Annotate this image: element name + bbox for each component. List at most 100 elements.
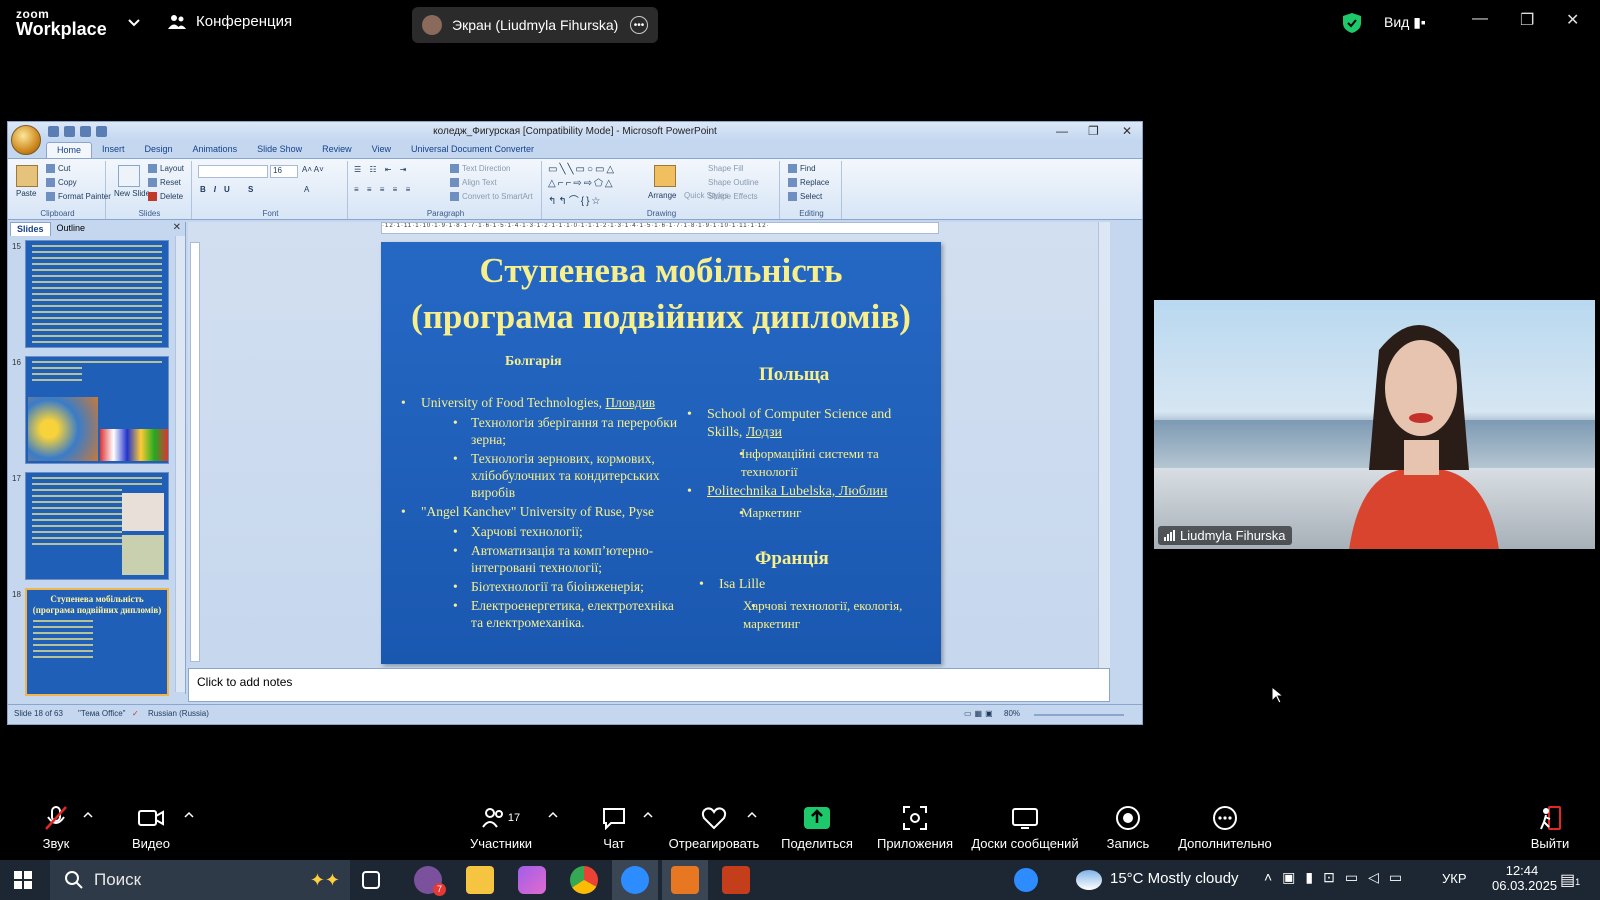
participants-button[interactable]: 17 Участники [464, 804, 538, 851]
file-explorer-icon[interactable] [466, 866, 494, 894]
tab-design[interactable]: Design [135, 142, 183, 158]
weather-text[interactable]: 15°C Mostly cloudy [1110, 870, 1239, 887]
arrange-icon[interactable] [654, 165, 676, 187]
editor-scrollbar[interactable] [1098, 222, 1110, 668]
tab-view[interactable]: View [362, 142, 401, 158]
chevron-up-icon[interactable] [83, 810, 93, 820]
clock[interactable]: 12:44 06.03.2025 [1492, 863, 1557, 893]
close-button[interactable]: ✕ [1566, 10, 1579, 30]
more-button[interactable]: Дополнительно [1176, 804, 1274, 851]
shield-icon[interactable] [1342, 12, 1362, 34]
shapes-gallery-row2[interactable]: △⌐⌐⇨⇨⬠△ [548, 178, 615, 189]
align-buttons[interactable]: ≡ ≡ ≡ ≡ ≡ [354, 185, 413, 194]
slide-thumbnail-18[interactable]: Ступенева мобільність (програма подвійни… [25, 588, 169, 696]
taskbar-search[interactable]: Поиск ✦✦ [50, 860, 350, 900]
chevron-down-icon[interactable] [126, 14, 142, 30]
screen-share-indicator[interactable]: Экран (Liudmyla Fihurska) ••• [412, 7, 658, 43]
arrange-button[interactable]: Arrange [648, 191, 676, 200]
format-painter-button[interactable]: Format Painter [46, 192, 111, 202]
shape-outline-button[interactable]: Shape Outline [708, 178, 759, 187]
chevron-up-icon[interactable] [184, 810, 194, 820]
presentation-app-icon[interactable] [722, 866, 750, 894]
grow-font-button[interactable]: A˄ A˅ [302, 165, 324, 174]
view-buttons[interactable]: ▭▦▣ [964, 709, 996, 718]
keyboard-language[interactable]: УКР [1442, 871, 1467, 886]
text-direction-button[interactable]: Text Direction [450, 164, 510, 174]
layout-button[interactable]: Layout [148, 164, 184, 174]
tab-home[interactable]: Home [46, 142, 93, 158]
whiteboards-button[interactable]: Доски сообщений [968, 804, 1082, 851]
spellcheck-icon[interactable]: ✓ [132, 709, 139, 718]
chevron-up-icon[interactable] [548, 810, 558, 820]
outline-tab[interactable]: Outline [51, 222, 92, 236]
shapes-gallery[interactable]: ▭╲╲▭○▭△ [548, 164, 616, 175]
paste-icon[interactable] [16, 165, 38, 187]
zoom-level[interactable]: 80% [1004, 709, 1020, 718]
zoom-slider[interactable] [1034, 714, 1124, 716]
pen-app-icon[interactable] [518, 866, 546, 894]
tab-udc[interactable]: Universal Document Converter [401, 142, 544, 158]
align-text-button[interactable]: Align Text [450, 178, 497, 188]
minimize-button[interactable]: — [1472, 10, 1488, 28]
help-icon[interactable] [1014, 868, 1038, 892]
shape-effects-button[interactable]: Shape Effects [708, 192, 758, 201]
tab-review[interactable]: Review [312, 142, 362, 158]
office-button[interactable] [11, 125, 41, 155]
font-name-field[interactable] [198, 165, 268, 178]
leave-button[interactable]: Выйти [1528, 804, 1572, 851]
slide-thumbnail-17[interactable] [25, 472, 169, 580]
zoom-taskbar-active[interactable] [612, 860, 658, 900]
chat-button[interactable]: Чат [594, 804, 634, 851]
windows-start-icon[interactable] [14, 871, 32, 889]
find-button[interactable]: Find [788, 164, 816, 174]
close-pane-icon[interactable]: ✕ [173, 222, 181, 233]
shapes-gallery-row3[interactable]: ↰↰⌒{}☆ [548, 192, 602, 207]
shape-fill-button[interactable]: Shape Fill [708, 164, 744, 173]
replace-button[interactable]: Replace [788, 178, 829, 188]
slides-tab[interactable]: Slides [10, 222, 51, 236]
slide-thumbnail-16[interactable] [25, 356, 169, 464]
font-color-button[interactable]: A [304, 185, 309, 194]
delete-button[interactable]: Delete [148, 192, 183, 202]
slide-thumbnail-15[interactable] [25, 240, 169, 348]
new-slide-icon[interactable] [118, 165, 140, 187]
tab-insert[interactable]: Insert [92, 142, 135, 158]
font-format-buttons[interactable]: BIU S [200, 185, 261, 194]
list-buttons[interactable]: ☰ ☷ ⇤ ⇥ [354, 165, 409, 174]
more-options-icon[interactable]: ••• [630, 16, 648, 34]
font-size-field[interactable]: 16 [270, 165, 298, 178]
record-button[interactable]: Запись [1106, 804, 1150, 851]
copy-button[interactable]: Copy [46, 178, 77, 188]
tab-slide-show[interactable]: Slide Show [247, 142, 312, 158]
ppt-minimize-button[interactable]: — [1056, 124, 1068, 138]
task-view-icon[interactable] [362, 871, 380, 889]
view-button[interactable]: Вид ▮▪ [1384, 14, 1426, 31]
cut-button[interactable]: Cut [46, 164, 70, 174]
tab-animations[interactable]: Animations [183, 142, 248, 158]
current-slide[interactable]: Ступенева мобільність (програма подвійни… [381, 242, 941, 664]
participant-video[interactable]: Liudmyla Fihurska [1154, 300, 1595, 549]
audio-button[interactable]: Звук [36, 804, 76, 851]
ppt-restore-button[interactable]: ❐ [1088, 124, 1099, 138]
notes-pane[interactable]: Click to add notes [188, 668, 1110, 702]
viber-icon[interactable]: 7 [414, 866, 446, 896]
paste-button[interactable]: Paste [16, 189, 36, 198]
select-button[interactable]: Select [788, 192, 822, 202]
ppt-close-button[interactable]: ✕ [1122, 124, 1132, 138]
chevron-up-icon[interactable] [747, 810, 757, 820]
chrome-icon[interactable] [570, 866, 598, 894]
video-button[interactable]: Видео [126, 804, 176, 851]
reset-button[interactable]: Reset [148, 178, 181, 188]
conference-button[interactable]: Конференция [168, 13, 292, 30]
notifications-icon[interactable]: ▤1 [1560, 870, 1580, 890]
pane-scrollbar[interactable] [175, 236, 185, 692]
new-slide-button[interactable]: New Slide [114, 189, 150, 198]
chevron-up-icon[interactable] [643, 810, 653, 820]
weather-icon[interactable] [1076, 870, 1102, 890]
language-indicator[interactable]: Russian (Russia) [148, 709, 209, 718]
system-tray-icons[interactable]: ˄▣▮⊡▭◁▭ [1264, 869, 1412, 886]
restore-button[interactable]: ❐ [1520, 10, 1534, 30]
share-button[interactable]: Поделиться [780, 804, 854, 851]
smartart-button[interactable]: Convert to SmartArt [450, 192, 533, 202]
apps-button[interactable]: Приложения [874, 804, 956, 851]
